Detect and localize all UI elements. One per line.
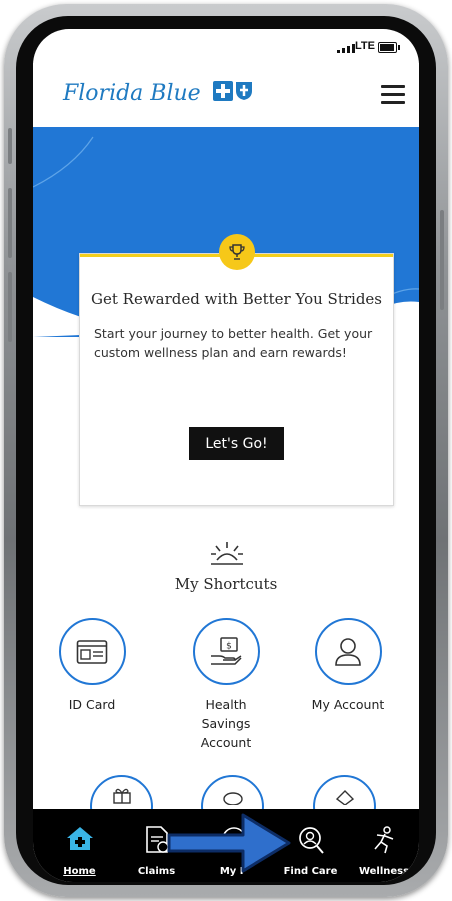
shortcut-id-card[interactable]: ID Card — [37, 618, 147, 714]
home-icon — [65, 825, 95, 856]
pointer-arrow-icon — [165, 805, 295, 880]
shortcut-health-savings[interactable]: $ Health Savings Account — [171, 618, 281, 752]
health-savings-icon: $ — [192, 618, 260, 685]
gift-icon — [112, 788, 131, 804]
blue-cross-shield-icon — [213, 81, 253, 101]
id-card-icon — [58, 618, 126, 685]
tab-home[interactable]: Home — [41, 809, 118, 882]
florida-blue-logo[interactable]: Florida Blue — [63, 81, 201, 106]
card-description: Start your journey to better health. Get… — [94, 326, 373, 360]
shortcut-label: My Account — [311, 697, 385, 712]
app-screen: LTE Florida Blue Get Rewarded with Bette… — [33, 29, 419, 882]
sunrise-icon — [209, 540, 245, 571]
shortcuts-title: My Shortcuts — [174, 575, 278, 593]
wellness-icon — [369, 825, 399, 860]
status-bar: LTE — [33, 29, 419, 63]
rewards-card: Get Rewarded with Better You Strides Sta… — [79, 234, 394, 506]
network-label: LTE — [355, 40, 375, 52]
battery-icon — [378, 42, 400, 53]
phone-side-button — [8, 272, 12, 342]
hamburger-menu-icon[interactable] — [381, 85, 405, 105]
lets-go-button[interactable]: Let's Go! — [189, 427, 284, 460]
shortcut-label: ID Card — [68, 697, 116, 712]
phone-side-button — [440, 210, 444, 310]
badge-icon — [335, 790, 354, 805]
piggy-bank-icon — [222, 792, 243, 805]
tab-wellness[interactable]: Wellness — [349, 809, 419, 882]
find-care-icon — [297, 825, 325, 860]
phone-side-button — [8, 188, 12, 258]
phone-side-button — [8, 128, 12, 164]
svg-text:$: $ — [226, 641, 232, 651]
signal-icon — [337, 43, 355, 53]
tab-label: Home — [63, 866, 96, 877]
shortcut-my-account[interactable]: My Account — [293, 618, 403, 714]
trophy-icon — [219, 234, 255, 270]
account-icon — [314, 618, 382, 685]
tab-label: Wellness — [358, 866, 410, 877]
shortcut-label: Health Savings Account — [200, 697, 252, 750]
card-title: Get Rewarded with Better You Strides — [91, 290, 382, 308]
